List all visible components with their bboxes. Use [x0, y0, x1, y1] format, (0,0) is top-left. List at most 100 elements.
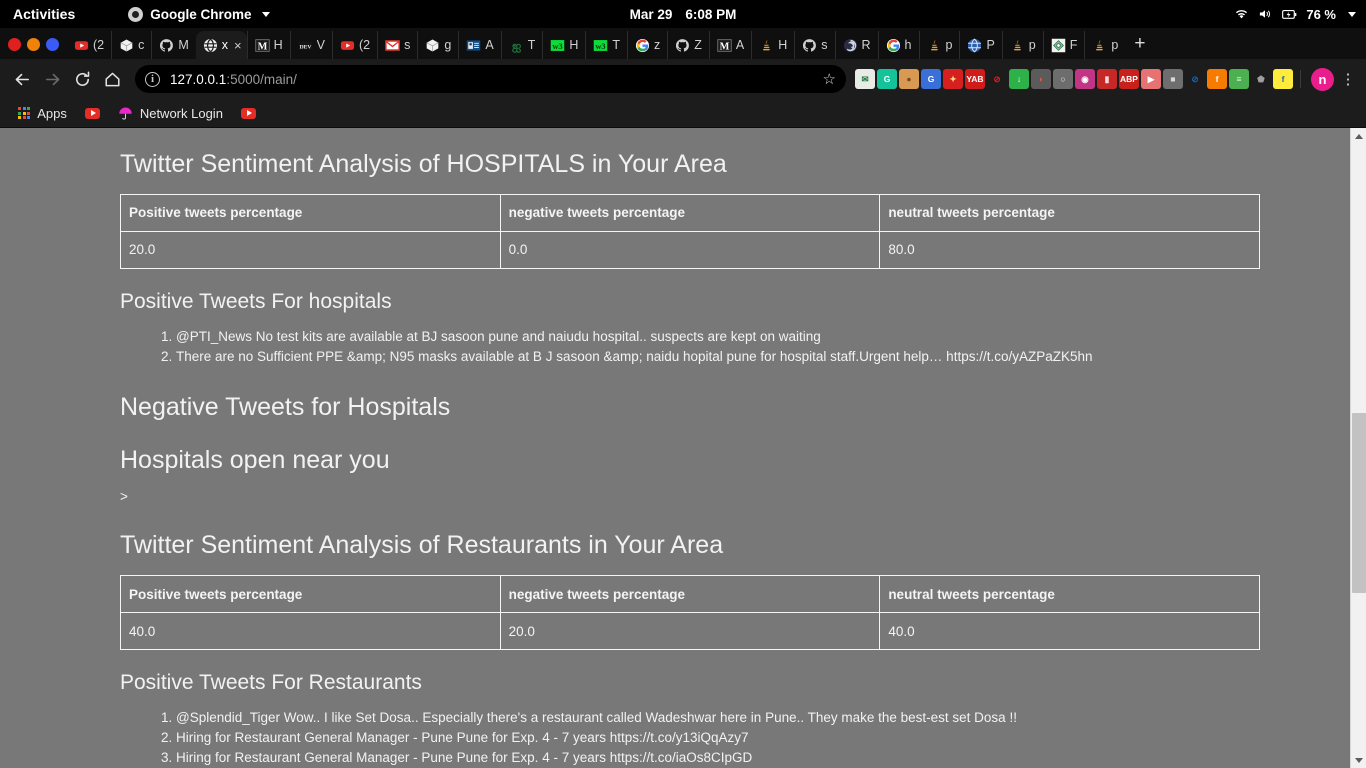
- browser-tab[interactable]: g: [417, 31, 458, 59]
- browser-tab[interactable]: h: [877, 31, 919, 59]
- browser-tab[interactable]: R: [834, 31, 878, 59]
- browser-tab[interactable]: MH: [246, 31, 290, 59]
- new-tab-button[interactable]: +: [1125, 34, 1154, 59]
- hospitals-positive-heading: Positive Tweets For hospitals: [120, 289, 392, 313]
- cookie-icon[interactable]: ●: [899, 69, 919, 89]
- yab-icon[interactable]: YAB: [965, 69, 985, 89]
- youtube-icon: [84, 107, 100, 119]
- hospitals-open-text: >: [120, 489, 128, 505]
- browser-tab[interactable]: F: [1042, 31, 1085, 59]
- window-close-button[interactable]: [8, 38, 21, 51]
- browser-tab[interactable]: DEV V: [289, 31, 332, 59]
- tab-title: H: [778, 38, 788, 52]
- browser-tab[interactable]: w3 H: [542, 31, 585, 59]
- github-icon: [160, 38, 174, 52]
- browser-tab[interactable]: H: [751, 31, 794, 59]
- youtube-icon: [74, 40, 89, 50]
- scroll-up-arrow-icon[interactable]: [1351, 128, 1366, 144]
- tab-title: s: [404, 38, 411, 52]
- restaurants-title: Twitter Sentiment Analysis of Restaurant…: [120, 531, 724, 560]
- close-icon[interactable]: ×: [234, 38, 242, 53]
- chrome-menu-icon[interactable]: ⋮: [1338, 72, 1358, 87]
- site-info-icon[interactable]: i: [145, 71, 160, 87]
- browser-tab[interactable]: s: [377, 31, 417, 59]
- no-ads-icon[interactable]: ⊘: [1185, 69, 1205, 89]
- reload-icon[interactable]: [68, 65, 96, 93]
- scroll-thumb[interactable]: [1352, 413, 1366, 593]
- browser-tab[interactable]: c: [111, 31, 151, 59]
- page-scrollbar[interactable]: [1350, 128, 1366, 768]
- bookmark-star-icon[interactable]: ☆: [823, 70, 836, 88]
- video-speed-icon[interactable]: ▶: [1141, 69, 1161, 89]
- tweet-list-item: @Splendid_Tiger Wow.. I like Set Dosa.. …: [176, 708, 1260, 728]
- bookmark-youtube-2[interactable]: [235, 106, 262, 121]
- browser-tab[interactable]: p: [918, 31, 960, 59]
- browser-tab[interactable]: M: [151, 31, 195, 59]
- download-manager-icon[interactable]: ↓: [1009, 69, 1029, 89]
- table-header-row: Positive tweets percentage negative twee…: [120, 193, 1260, 232]
- magic-wand-icon[interactable]: ✦: [943, 69, 963, 89]
- address-bar[interactable]: i 127.0.0.1:5000/main/ ☆: [135, 65, 846, 93]
- bookmark-youtube-1[interactable]: [79, 106, 106, 121]
- home-icon[interactable]: [98, 65, 126, 93]
- spiral-icon: [843, 38, 857, 52]
- window-maximize-button[interactable]: [46, 38, 59, 51]
- no-script-icon[interactable]: ⊘: [987, 69, 1007, 89]
- column-header-positive: Positive tweets percentage: [120, 575, 501, 614]
- browser-tab[interactable]: P: [959, 31, 1001, 59]
- bookmark-network-login[interactable]: Network Login: [112, 104, 229, 123]
- lightbulb-icon[interactable]: ○: [1053, 69, 1073, 89]
- bookmark-label: Network Login: [139, 105, 223, 121]
- bookmark-apps[interactable]: Apps: [12, 104, 73, 123]
- browser-tab[interactable]: p: [1084, 31, 1125, 59]
- apps-grid-icon: [18, 106, 31, 120]
- table-row: 40.0 20.0 40.0: [120, 612, 1260, 651]
- back-arrow-icon[interactable]: [8, 65, 36, 93]
- instagram-icon[interactable]: ◉: [1075, 69, 1095, 89]
- window-minimize-button[interactable]: [27, 38, 40, 51]
- scroll-down-arrow-icon[interactable]: [1351, 752, 1366, 768]
- browser-tab[interactable]: Z: [667, 31, 709, 59]
- google-docs-icon[interactable]: G: [921, 69, 941, 89]
- page-viewport: Twitter Sentiment Analysis of HOSPITALS …: [0, 127, 1366, 768]
- screen-capture-icon[interactable]: ■: [1163, 69, 1183, 89]
- activities-button[interactable]: Activities: [13, 6, 75, 22]
- browser-tab[interactable]: ஐT: [500, 31, 543, 59]
- cell-neutral: 80.0: [879, 230, 1260, 269]
- tab-title: (2: [359, 38, 371, 52]
- grammarly-icon[interactable]: G: [877, 69, 897, 89]
- window-controls[interactable]: [4, 38, 67, 59]
- app-menu-chrome[interactable]: Google Chrome: [128, 6, 270, 22]
- column-header-neutral: neutral tweets percentage: [879, 575, 1260, 614]
- forward-arrow-icon[interactable]: [38, 65, 66, 93]
- hospitals-negative-heading: Negative Tweets for Hospitals: [120, 392, 451, 421]
- browser-tab[interactable]: (2: [67, 31, 111, 59]
- browser-tab[interactable]: (2: [332, 31, 377, 59]
- profile-avatar[interactable]: n: [1311, 67, 1334, 91]
- card-icon: [467, 39, 481, 51]
- fastmail-icon[interactable]: f: [1273, 69, 1293, 89]
- volume-icon: [1258, 8, 1273, 20]
- svg-text:ஐ: ஐ: [512, 40, 521, 52]
- browser-tab[interactable]: p: [1001, 31, 1043, 59]
- pocket-icon[interactable]: ◗: [1031, 69, 1051, 89]
- tab-title: V: [316, 38, 326, 52]
- greenscript-icon: ஐ: [512, 40, 521, 52]
- system-status-menu[interactable]: 76 %: [1234, 7, 1356, 22]
- browser-tab[interactable]: z: [627, 31, 667, 59]
- book-icon[interactable]: ▮: [1097, 69, 1117, 89]
- mail-checker-icon[interactable]: ✉: [855, 69, 875, 89]
- browser-tab[interactable]: w3 T: [585, 31, 627, 59]
- notes-icon[interactable]: ≡: [1229, 69, 1249, 89]
- clock-menu[interactable]: Mar 29 6:08 PM: [630, 7, 737, 22]
- browser-tab[interactable]: MA: [708, 31, 751, 59]
- browser-tab[interactable]: x ×: [195, 31, 247, 59]
- browser-tab[interactable]: A: [458, 31, 500, 59]
- browser-tab[interactable]: s: [794, 31, 834, 59]
- adblock-plus-icon[interactable]: ABP: [1119, 69, 1139, 89]
- url-path: :5000/main/: [226, 71, 297, 87]
- flash-player-icon[interactable]: f: [1207, 69, 1227, 89]
- github-icon: [676, 38, 690, 52]
- clock-date: Mar 29: [629, 6, 673, 22]
- shield-icon[interactable]: ⬟: [1251, 69, 1271, 89]
